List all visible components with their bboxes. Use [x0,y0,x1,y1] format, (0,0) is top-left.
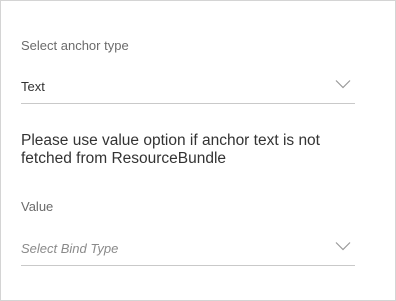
chevron-down-icon [335,80,351,89]
bind-type-placeholder: Select Bind Type [21,241,119,256]
bind-type-select[interactable]: Select Bind Type [21,235,355,266]
anchor-settings-panel: Select anchor type Text Please use value… [0,0,396,301]
anchor-type-select[interactable]: Text [21,73,355,104]
anchor-type-value: Text [21,79,45,94]
value-label: Value [21,199,54,214]
chevron-down-icon [335,242,351,251]
anchor-text-hint-line: Please use value option if anchor text i… [21,132,320,149]
anchor-type-label: Select anchor type [21,38,129,53]
anchor-text-hint: Please use value option if anchor text i… [21,132,391,168]
anchor-text-hint-line: fetched from ResourceBundle [21,150,227,167]
